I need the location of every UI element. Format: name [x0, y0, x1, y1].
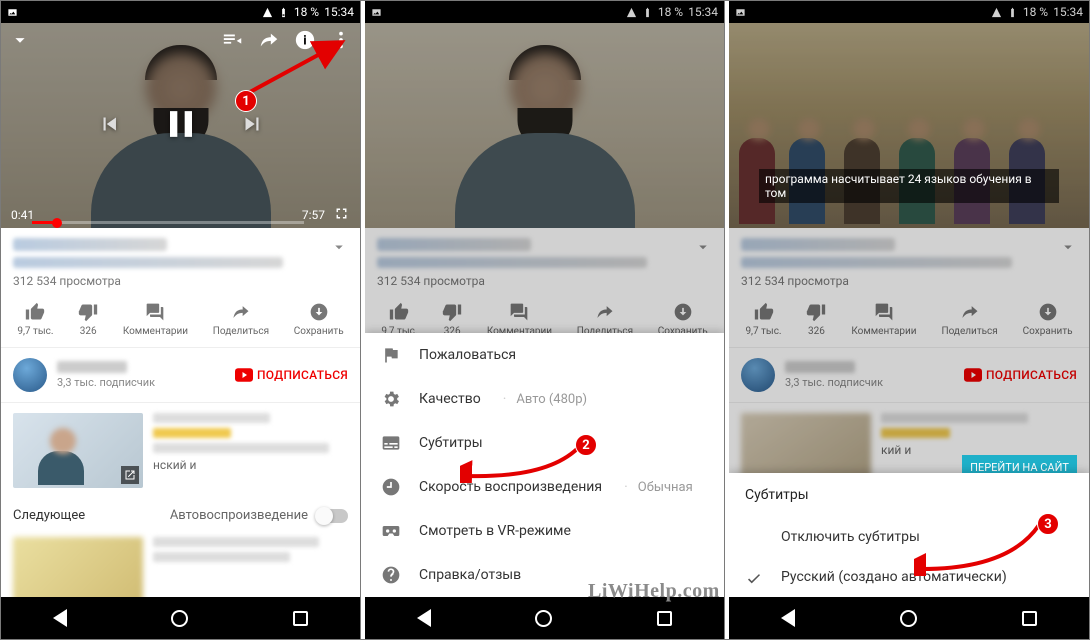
share-arrow-icon: [231, 302, 251, 322]
download-icon: [309, 302, 329, 322]
phone-screenshot-1: 18 % 15:34 i 0:41: [1, 1, 361, 639]
status-icons: [7, 7, 18, 18]
sheet-header: Субтитры: [729, 473, 1089, 517]
recents-button[interactable]: [657, 611, 672, 626]
annotation-badge-3: 3: [1037, 513, 1059, 535]
chevron-down-icon[interactable]: [330, 238, 348, 260]
youtube-icon: [235, 368, 253, 382]
player-bottom-bar: 0:41 7:57: [1, 202, 360, 228]
status-bar: 18 % 15:34: [1, 1, 360, 23]
check-icon: [745, 569, 763, 591]
back-button[interactable]: [417, 609, 431, 627]
comments-button[interactable]: Комментарии: [123, 302, 188, 337]
status-bar: 18 % 15:34: [365, 1, 724, 23]
subtitles-icon: [381, 433, 401, 453]
menu-help[interactable]: Справка/отзыв: [365, 553, 724, 597]
annotation-arrow-2: [460, 443, 585, 483]
home-button[interactable]: [900, 610, 917, 627]
elapsed-time: 0:41: [11, 208, 34, 222]
autoplay-label: Автовоспроизведение: [170, 508, 308, 523]
help-icon: [381, 565, 401, 585]
prev-icon[interactable]: [97, 111, 123, 141]
save-button[interactable]: Сохранить: [294, 302, 344, 337]
recents-button[interactable]: [1022, 611, 1037, 626]
vr-icon: [381, 521, 401, 541]
home-button[interactable]: [535, 610, 552, 627]
pause-icon[interactable]: [159, 102, 203, 150]
channel-row[interactable]: 3,3 тыс. подписчик ПОДПИСАТЬСЯ: [1, 348, 360, 403]
rec-thumb: [13, 413, 143, 488]
annotation-arrow-1: [246, 36, 351, 96]
channel-avatar: [13, 358, 47, 392]
subscribe-button[interactable]: ПОДПИСАТЬСЯ: [235, 368, 348, 382]
phone-screenshot-2: 18 % 15:34 312 534 просмотра 9,7 тыс. 32…: [365, 1, 725, 639]
channel-name: [57, 361, 127, 373]
flag-icon: [381, 345, 401, 365]
android-nav-bar: [1, 597, 360, 639]
battery-percent: 18 %: [294, 5, 319, 19]
home-button[interactable]: [171, 610, 188, 627]
caption-overlay: программа насчитывает 24 языков обучения…: [759, 169, 1059, 203]
views-count: 312 534 просмотра: [13, 274, 348, 288]
annotation-badge-1: 1: [235, 90, 257, 112]
duration-time: 7:57: [302, 208, 325, 222]
comment-icon: [145, 302, 165, 322]
phone-screenshot-3: 18 % 15:34 программа насчитывает 24 язык…: [729, 1, 1089, 639]
annotation-arrow-3: [914, 521, 1044, 576]
signal-icon: [262, 7, 273, 18]
action-row: 9,7 тыс. 326 Комментарии Поделиться Сохр…: [1, 294, 360, 348]
dislike-button[interactable]: 326: [78, 302, 98, 337]
content-area: 312 534 просмотра 9,7 тыс. 326 Комментар…: [1, 228, 360, 622]
autoplay-toggle[interactable]: [316, 509, 348, 523]
launch-icon: [121, 466, 139, 484]
menu-quality[interactable]: Качество · Авто (480p): [365, 377, 724, 421]
status-time: 15:34: [324, 5, 354, 19]
recents-button[interactable]: [293, 611, 308, 626]
up-next-row: Следующее Автовоспроизведение: [1, 498, 360, 533]
share-button[interactable]: Поделиться: [213, 302, 269, 337]
back-button[interactable]: [781, 609, 795, 627]
thumb-down-icon: [78, 302, 98, 322]
gear-icon: [381, 389, 401, 409]
clock-icon: [381, 477, 401, 497]
recommendation-item[interactable]: нский и: [1, 403, 360, 498]
image-icon: [7, 7, 18, 18]
menu-report[interactable]: Пожаловаться: [365, 333, 724, 377]
subscriber-count: 3,3 тыс. подписчик: [57, 376, 225, 389]
like-button[interactable]: 9,7 тыс.: [17, 302, 53, 337]
status-bar: 18 % 15:34: [729, 1, 1089, 23]
annotation-badge-2: 2: [575, 434, 597, 456]
thumb-up-icon: [25, 302, 45, 322]
fullscreen-icon[interactable]: [333, 205, 350, 225]
android-nav-bar: [729, 597, 1089, 639]
title-block[interactable]: 312 534 просмотра: [1, 228, 360, 294]
speed-value: Обычная: [638, 480, 693, 495]
menu-vr[interactable]: Смотреть в VR-режиме: [365, 509, 724, 553]
battery-icon: [278, 7, 289, 18]
rec-snippet: нский и: [153, 458, 348, 472]
up-next-label: Следующее: [13, 508, 85, 523]
next-icon[interactable]: [239, 111, 265, 141]
quality-value: Авто (480p): [516, 392, 587, 407]
back-button[interactable]: [53, 609, 67, 627]
android-nav-bar: [365, 597, 724, 639]
